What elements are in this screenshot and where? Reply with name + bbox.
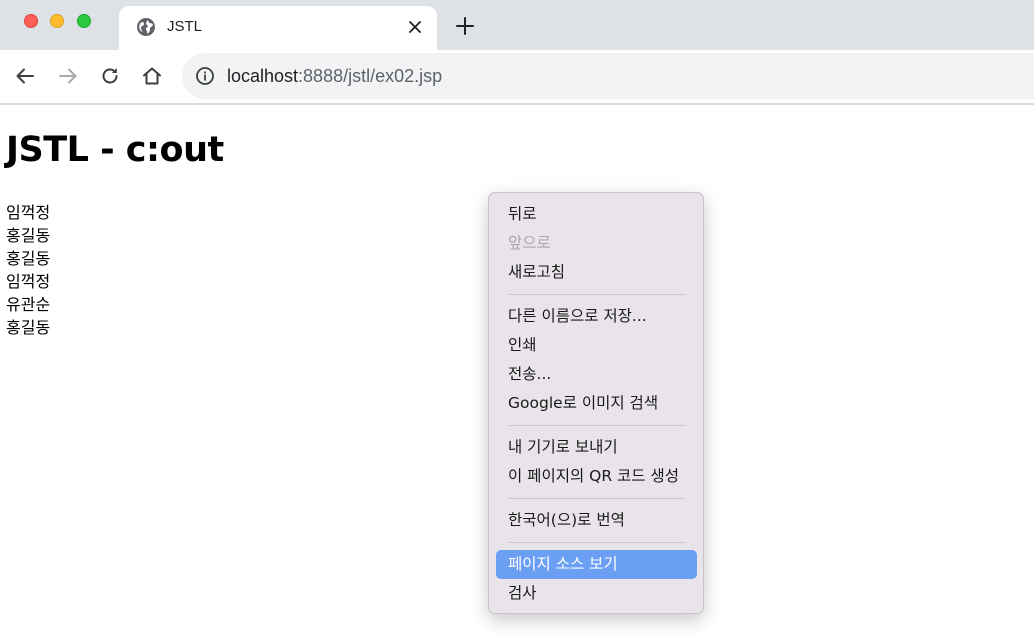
reload-icon: [102, 68, 118, 84]
reload-button[interactable]: [97, 63, 123, 89]
url-host: localhost: [227, 66, 299, 86]
home-button[interactable]: [139, 63, 165, 89]
arrow-left-icon: [16, 68, 34, 84]
active-tab[interactable]: JSTL: [119, 6, 437, 50]
menu-item-reload[interactable]: 새로고침: [496, 258, 697, 287]
menu-item-google-image-search[interactable]: Google로 이미지 검색: [496, 389, 697, 418]
menu-item-forward: 앞으로: [508, 234, 551, 252]
info-icon[interactable]: [195, 66, 215, 86]
menu-item-back[interactable]: 뒤로: [496, 200, 697, 229]
close-tab-icon[interactable]: [404, 16, 426, 38]
arrow-right-icon: [59, 68, 77, 84]
url-path: :8888/jstl/ex02.jsp: [298, 66, 443, 86]
forward-button[interactable]: [55, 63, 81, 89]
name-list: 임꺽정 홍길동 홍길동 임꺽정 유관순 홍길동: [6, 201, 50, 339]
close-window-button[interactable]: [24, 14, 38, 28]
menu-item-cast[interactable]: 전송...: [496, 360, 697, 389]
menu-separator: [508, 294, 685, 295]
menu-item-inspect[interactable]: 검사: [496, 579, 697, 608]
menu-item-send-to-devices[interactable]: 내 기기로 보내기: [496, 433, 697, 462]
maximize-window-button[interactable]: [77, 14, 91, 28]
toolbar-divider: [0, 103, 1034, 105]
menu-item-view-source[interactable]: 페이지 소스 보기: [496, 550, 697, 579]
home-icon: [143, 67, 161, 85]
list-item: 임꺽정: [6, 272, 51, 291]
globe-icon: [136, 17, 156, 37]
url-text[interactable]: localhost:8888/jstl/ex02.jsp: [227, 65, 442, 87]
menu-item-translate[interactable]: 한국어(으)로 번역: [496, 506, 697, 535]
minimize-window-button[interactable]: [50, 14, 64, 28]
menu-separator: [508, 498, 685, 499]
plus-icon: [456, 17, 474, 35]
new-tab-button[interactable]: [453, 14, 477, 38]
menu-separator: [508, 542, 685, 543]
back-button[interactable]: [12, 63, 38, 89]
list-item: 임꺽정: [6, 203, 51, 222]
menu-item-qr-code[interactable]: 이 페이지의 QR 코드 생성: [496, 462, 697, 491]
browser-toolbar: localhost:8888/jstl/ex02.jsp: [0, 50, 1034, 103]
menu-separator: [508, 425, 685, 426]
page-title: JSTL - c:out: [6, 130, 224, 170]
list-item: 홍길동: [6, 249, 51, 268]
tab-strip: JSTL: [0, 0, 1034, 50]
context-menu: 뒤로 앞으로 새로고침 다른 이름으로 저장... 인쇄 전송... Googl…: [488, 192, 704, 614]
tab-title: JSTL: [167, 18, 203, 35]
list-item: 홍길동: [6, 318, 51, 337]
list-item: 유관순: [6, 295, 51, 314]
menu-item-print[interactable]: 인쇄: [496, 331, 697, 360]
menu-item-save-as[interactable]: 다른 이름으로 저장...: [496, 302, 697, 331]
list-item: 홍길동: [6, 226, 51, 245]
address-bar[interactable]: localhost:8888/jstl/ex02.jsp: [182, 53, 1034, 99]
